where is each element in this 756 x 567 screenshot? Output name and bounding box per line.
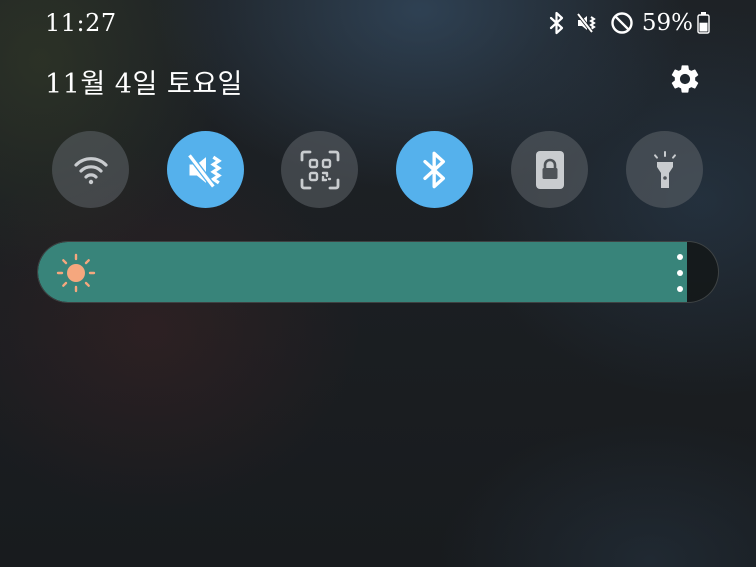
sun-icon [56,253,96,293]
qr-scanner-icon [300,150,339,189]
more-options-button[interactable] [672,254,688,292]
status-bar: 11:27 59% [0,0,756,46]
wifi-icon [73,156,108,184]
brightness-slider[interactable] [37,241,719,303]
qr-scanner-toggle[interactable] [281,131,358,208]
sound-mode-toggle[interactable] [167,131,244,208]
flashlight-icon [653,150,676,188]
flashlight-toggle[interactable] [626,131,703,208]
settings-button[interactable] [666,60,704,98]
status-clock: 11:27 [45,9,117,37]
gear-icon [671,65,699,93]
brightness-level-fill [38,242,688,302]
date-label: 11월 4일 토요일 [45,69,243,100]
quick-toggles [52,131,704,209]
bluetooth-toggle[interactable] [396,131,473,208]
more-options-icon [677,254,683,260]
lock-icon [535,150,564,189]
battery-percentage: 59% [641,10,693,36]
battery-icon [697,12,710,34]
bluetooth-icon [548,11,566,35]
screen-lock-toggle[interactable] [511,131,588,208]
bluetooth-icon [422,151,445,188]
vibrate-icon [576,11,600,35]
vibrate-icon [186,153,222,188]
wifi-toggle[interactable] [52,131,129,208]
status-icons: 59% [548,8,710,38]
do-not-disturb-icon [610,11,634,35]
